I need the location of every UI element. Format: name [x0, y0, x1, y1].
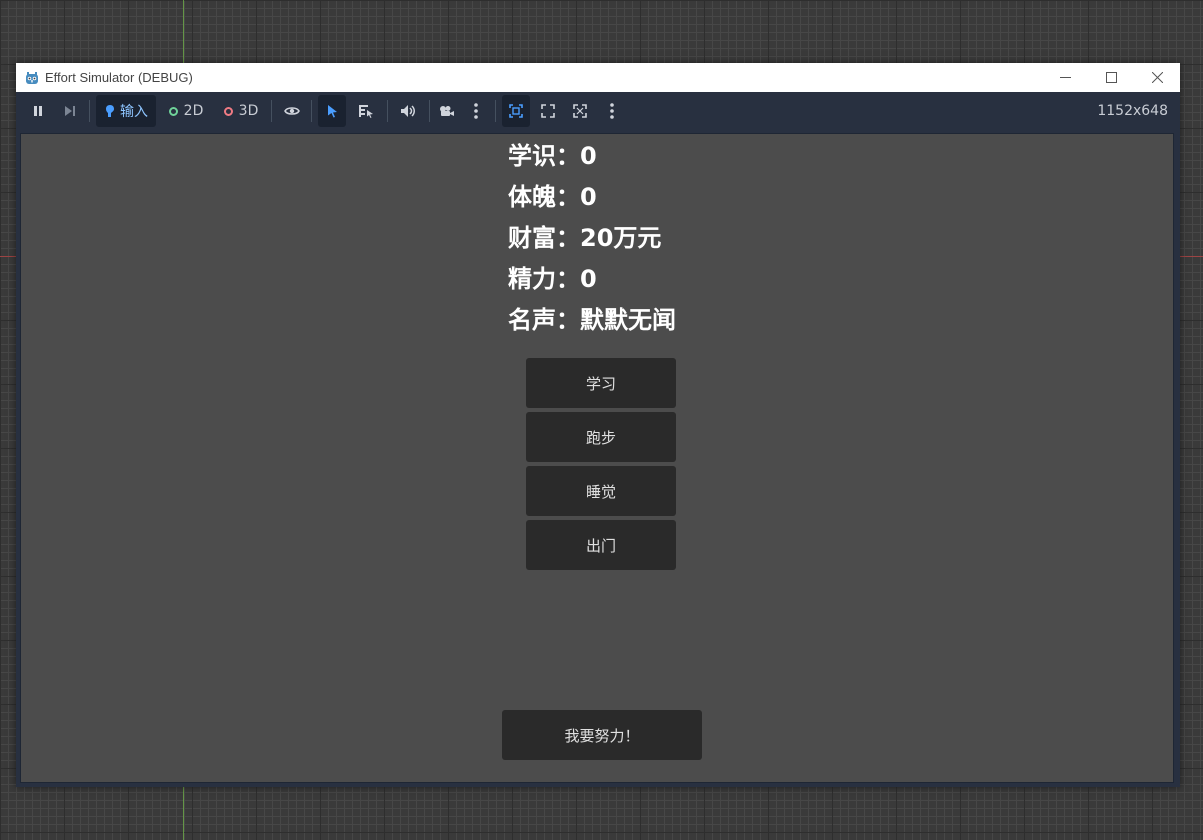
stat-label: 财富: [508, 224, 556, 252]
fullscreen-icon: [573, 104, 587, 118]
3d-label: 3D: [238, 103, 259, 119]
game-window: Effort Simulator (DEBUG) 输入 2D 3D 1152x6…: [16, 63, 1180, 787]
input-icon: [106, 105, 114, 117]
stat-physique: 体魄：0: [508, 177, 676, 218]
stat-label: 学识: [508, 142, 556, 170]
close-icon: [1151, 72, 1163, 83]
stat-value: 0: [580, 142, 597, 170]
stat-wealth: 财富：20万元: [508, 218, 676, 259]
sleep-button[interactable]: 睡觉: [526, 466, 676, 516]
stat-value: 0: [580, 183, 597, 211]
maximize-button[interactable]: [1088, 63, 1134, 92]
game-toolbar: 输入 2D 3D 1152x648: [16, 92, 1180, 130]
toolbar-separator: [495, 100, 496, 122]
stat-separator: ：: [556, 183, 580, 211]
list-select-button[interactable]: [352, 95, 380, 127]
stat-value: 20万元: [580, 224, 662, 252]
fit-icon: [509, 104, 523, 118]
run-button[interactable]: 跑步: [526, 412, 676, 462]
toolbar-separator: [271, 100, 272, 122]
2d-label: 2D: [183, 103, 204, 119]
stat-label: 体魄: [508, 183, 556, 211]
more-icon: [610, 103, 614, 119]
3d-button[interactable]: 3D: [218, 95, 264, 127]
toolbar-separator: [387, 100, 388, 122]
stat-label: 名声: [508, 306, 556, 334]
go-out-button[interactable]: 出门: [526, 520, 676, 570]
close-button[interactable]: [1134, 63, 1180, 92]
godot-app-icon: [26, 71, 38, 84]
stat-separator: ：: [556, 224, 580, 252]
input-toggle-label: 输入: [120, 104, 148, 120]
step-icon: [65, 106, 75, 116]
camera-button[interactable]: [434, 95, 460, 127]
game-viewport: 学识：0 体魄：0 财富：20万元 精力：0 名声：默默无闻 学习 跑步 睡觉 …: [20, 133, 1174, 783]
stat-label: 精力: [508, 265, 556, 293]
stat-separator: ：: [556, 265, 580, 293]
2d-radio-icon: [168, 106, 178, 116]
minimize-button[interactable]: [1042, 63, 1088, 92]
toolbar-separator: [311, 100, 312, 122]
speaker-icon: [401, 105, 415, 117]
eye-icon: [284, 107, 300, 115]
camera-icon: [440, 106, 454, 116]
title-bar[interactable]: Effort Simulator (DEBUG): [16, 63, 1180, 92]
work-hard-button[interactable]: 我要努力！: [502, 710, 702, 760]
next-frame-button[interactable]: [58, 95, 82, 127]
maximize-icon: [1105, 72, 1117, 83]
select-mode-button[interactable]: [318, 95, 346, 127]
stat-value: 0: [580, 265, 597, 293]
more-options-button[interactable]: [602, 95, 622, 127]
fit-window-button[interactable]: [502, 95, 530, 127]
stat-separator: ：: [556, 142, 580, 170]
toolbar-separator: [429, 100, 430, 122]
more-options-button[interactable]: [466, 95, 486, 127]
stat-knowledge: 学识：0: [508, 136, 676, 177]
select-icon: [328, 105, 337, 118]
toolbar-separator: [89, 100, 90, 122]
resolution-label: 1152x648: [1097, 103, 1168, 119]
stat-energy: 精力：0: [508, 259, 676, 300]
window-title: Effort Simulator (DEBUG): [45, 70, 193, 85]
minimize-icon: [1059, 77, 1071, 78]
2d-button[interactable]: 2D: [164, 95, 208, 127]
stat-separator: ：: [556, 306, 580, 334]
study-button[interactable]: 学习: [526, 358, 676, 408]
expand-button[interactable]: [534, 95, 562, 127]
fullscreen-button[interactable]: [566, 95, 594, 127]
input-toggle-button[interactable]: 输入: [96, 95, 156, 127]
stat-value: 默默无闻: [580, 306, 676, 334]
visibility-button[interactable]: [280, 95, 304, 127]
pause-button[interactable]: [26, 95, 50, 127]
list-select-icon: [359, 105, 373, 118]
more-icon: [474, 103, 478, 119]
expand-icon: [541, 104, 555, 118]
stats-panel: 学识：0 体魄：0 财富：20万元 精力：0 名声：默默无闻: [508, 136, 676, 341]
audio-button[interactable]: [394, 95, 422, 127]
pause-icon: [34, 106, 42, 116]
stat-fame: 名声：默默无闻: [508, 300, 676, 341]
3d-radio-icon: [223, 106, 233, 116]
